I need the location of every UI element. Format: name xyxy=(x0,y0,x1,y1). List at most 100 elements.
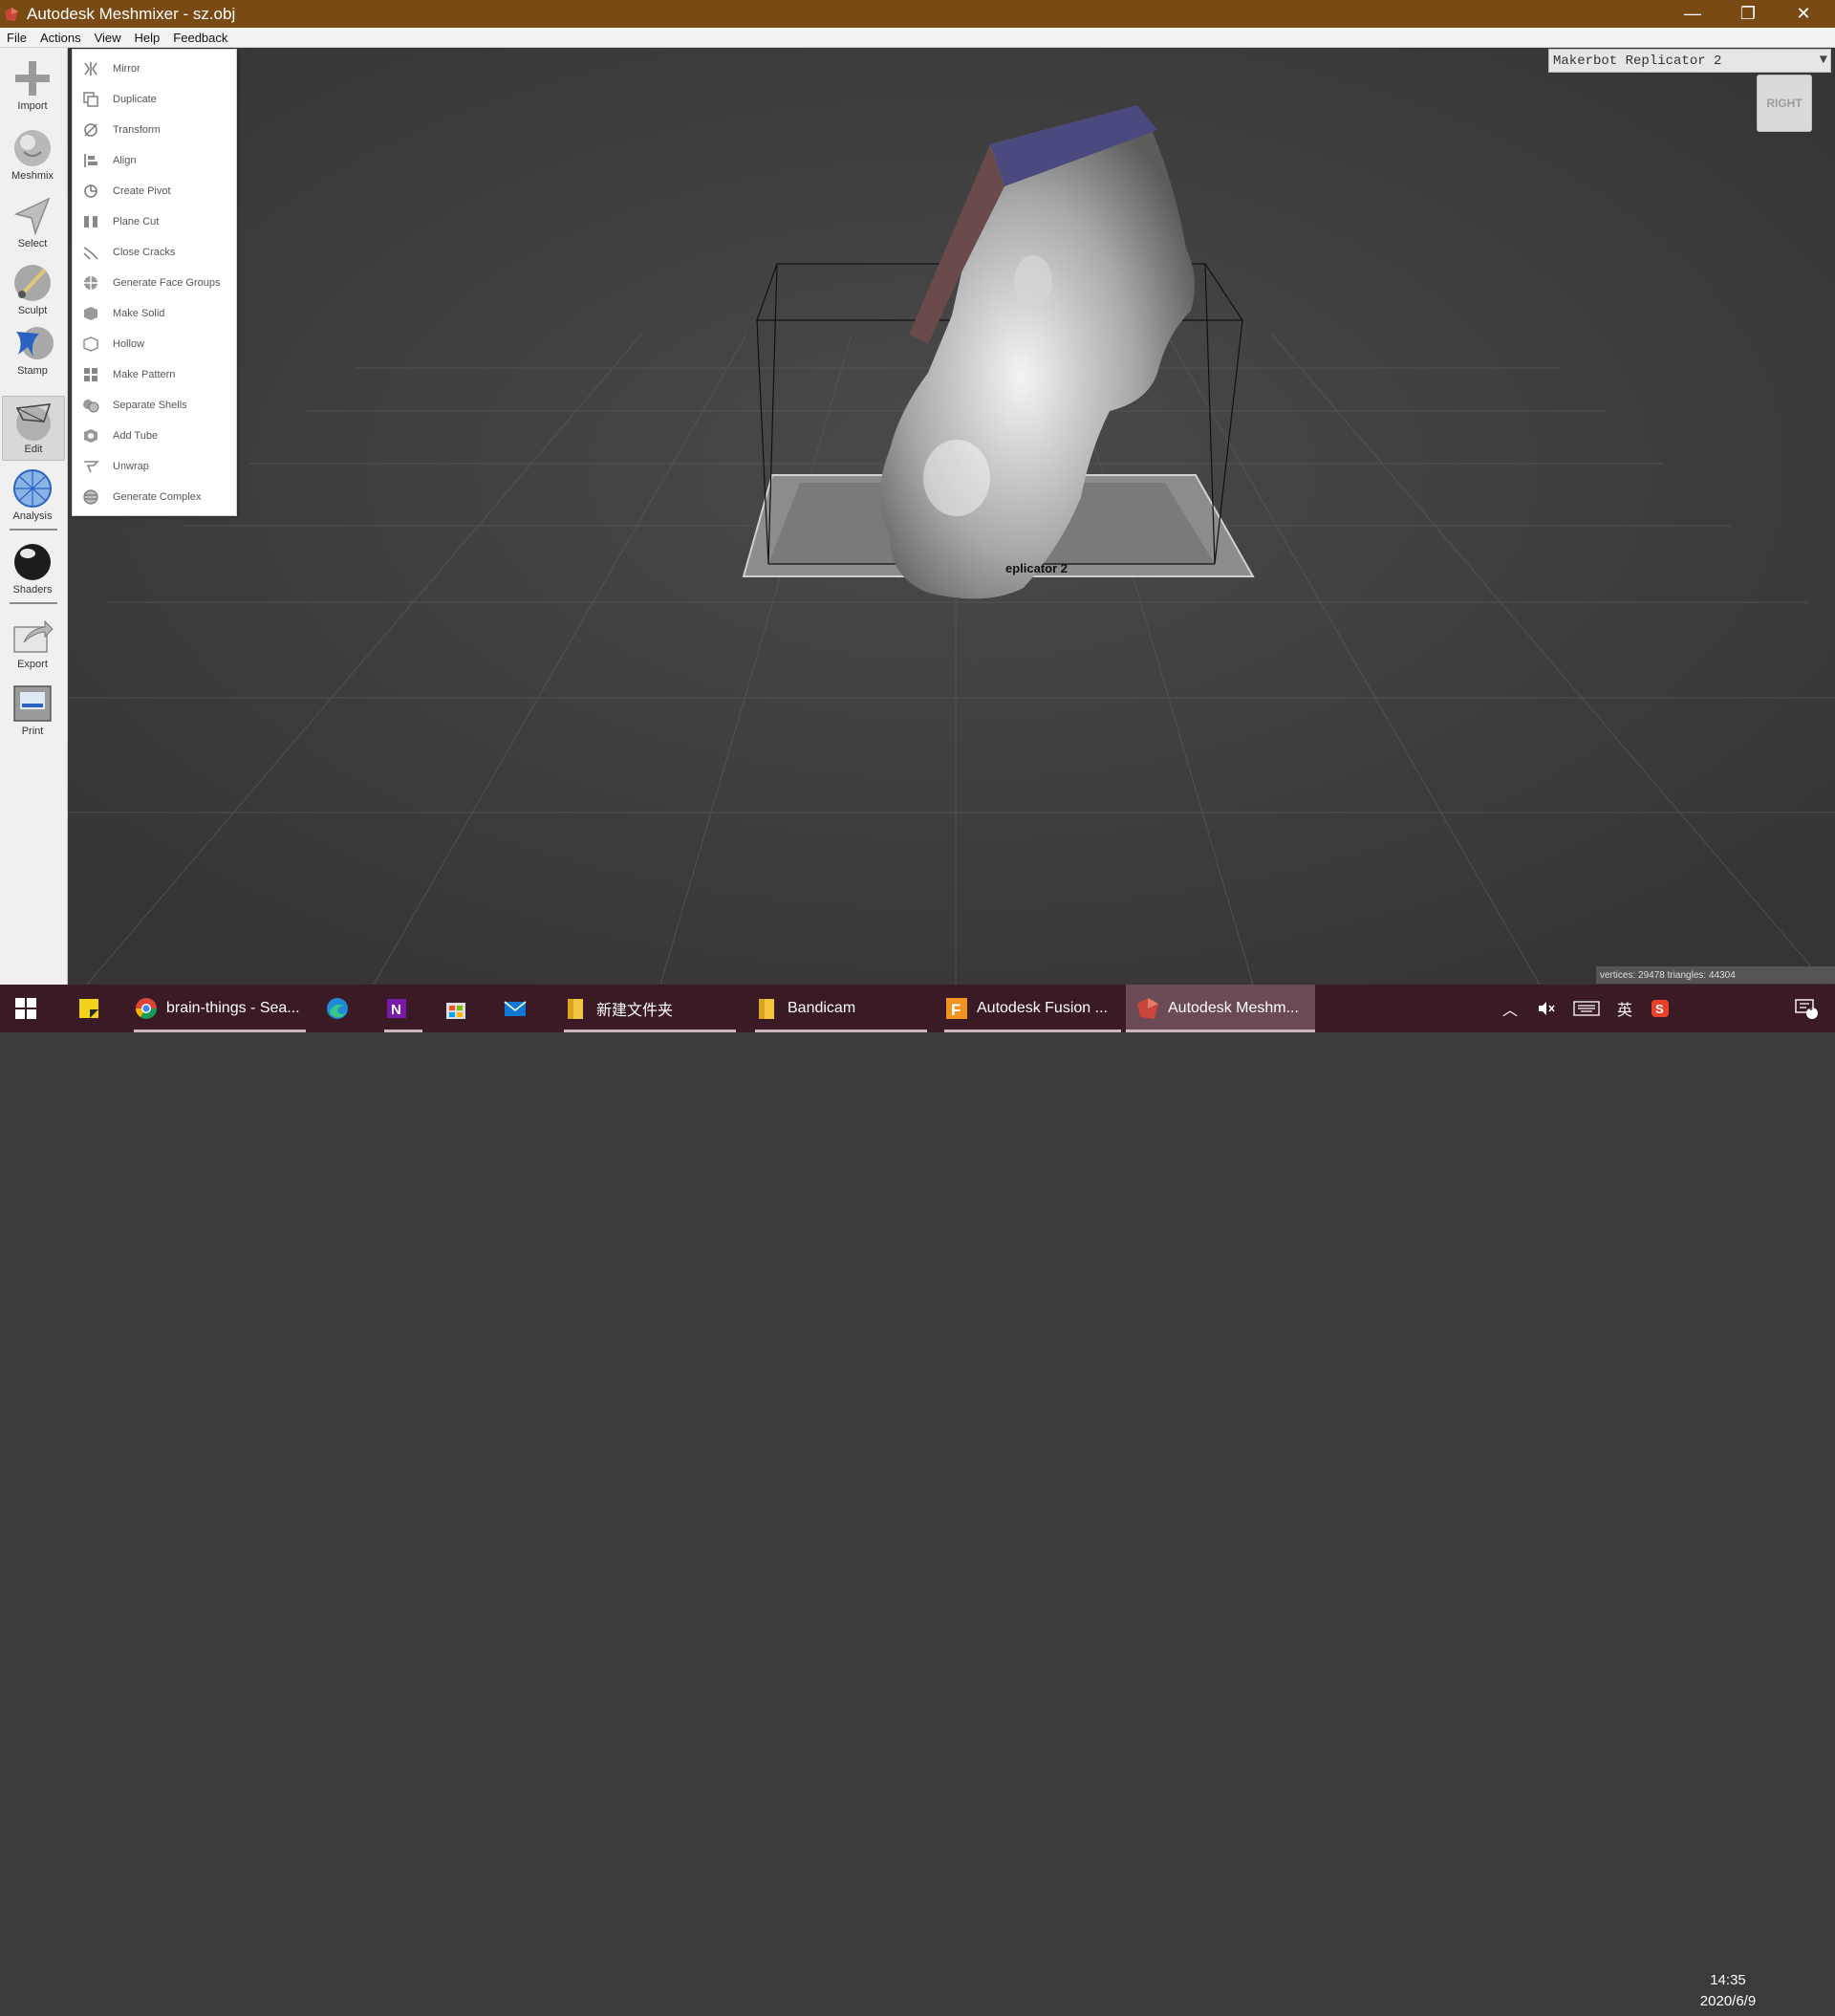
clock-date: 2020/6/9 xyxy=(1699,1993,1757,2009)
tool-export[interactable]: Export xyxy=(2,612,63,675)
printer-select-value: Makerbot Replicator 2 xyxy=(1553,53,1722,69)
taskbar-item-label: brain-things - Sea... xyxy=(166,1000,300,1016)
view-cube[interactable]: RIGHT xyxy=(1757,75,1812,132)
store-icon xyxy=(446,1003,465,1019)
select-arrow-icon xyxy=(13,197,51,236)
edit-menu-item-mirror[interactable]: Mirror xyxy=(73,54,236,84)
taskbar-bandicam[interactable]: Bandicam xyxy=(755,985,927,1032)
taskbar-store[interactable] xyxy=(443,985,482,1032)
notification-count: 4 xyxy=(1807,1003,1813,1013)
tool-print[interactable]: Print xyxy=(2,679,63,742)
taskbar-item-label: Bandicam xyxy=(788,1000,856,1016)
edit-menu-item-plane-cut[interactable]: Plane Cut xyxy=(73,206,236,237)
tool-label: Meshmix xyxy=(11,170,54,182)
plane-cut-icon xyxy=(84,216,97,228)
toolbar-divider xyxy=(10,529,57,531)
tool-label: Shaders xyxy=(12,584,53,596)
taskbar-chrome[interactable]: brain-things - Sea... xyxy=(134,985,306,1032)
folder-icon xyxy=(759,999,774,1019)
tray-overflow-button[interactable]: ︿ xyxy=(1498,985,1522,1032)
clock-time: 14:35 xyxy=(1710,1972,1746,1988)
keyboard-icon xyxy=(1573,1001,1600,1016)
edit-menu-item-transform[interactable]: Transform xyxy=(73,115,236,145)
taskbar-sticky-notes[interactable] xyxy=(76,985,115,1032)
edit-menu-item-make-solid[interactable]: Make Solid xyxy=(73,298,236,329)
transform-icon xyxy=(84,123,97,137)
tool-stamp[interactable]: Stamp xyxy=(2,318,63,381)
edit-menu-item-make-pattern[interactable]: Make Pattern xyxy=(73,359,236,390)
windows-start-icon xyxy=(15,998,36,1019)
tray-sogou[interactable]: S xyxy=(1646,985,1674,1032)
menu-bar: File Actions View Help Feedback xyxy=(0,28,1835,48)
restore-button[interactable]: ❐ xyxy=(1720,0,1776,28)
edit-menu-item-close-cracks[interactable]: Close Cracks xyxy=(73,237,236,268)
make-solid-icon xyxy=(84,307,97,320)
taskbar-edge[interactable] xyxy=(325,985,363,1032)
edit-menu-item-add-tube[interactable]: Add Tube xyxy=(73,421,236,451)
taskbar-onenote[interactable]: N xyxy=(384,985,422,1032)
svg-text:F: F xyxy=(951,1001,961,1019)
svg-text:N: N xyxy=(391,1002,401,1018)
taskbar-mail[interactable] xyxy=(503,985,541,1032)
mirror-icon xyxy=(84,62,97,76)
edit-menu-item-hollow[interactable]: Hollow xyxy=(73,329,236,359)
sticky-notes-icon xyxy=(79,999,98,1018)
pattern-icon xyxy=(84,368,97,381)
plus-icon xyxy=(15,61,50,96)
volume-muted-icon xyxy=(1539,1002,1555,1015)
folder-icon xyxy=(568,999,583,1019)
edit-menu: Mirror Duplicate Transform Align Create … xyxy=(72,49,237,516)
hollow-icon xyxy=(83,336,98,352)
menu-help[interactable]: Help xyxy=(128,31,167,45)
tool-meshmix[interactable]: Meshmix xyxy=(2,123,63,186)
taskbar-folder-new[interactable]: 新建文件夹 xyxy=(564,985,736,1032)
edit-menu-item-separate-shells[interactable]: Separate Shells xyxy=(73,390,236,421)
menu-file[interactable]: File xyxy=(0,31,33,45)
chrome-icon xyxy=(136,998,157,1019)
tool-select[interactable]: Select xyxy=(2,191,63,254)
meshmixer-app-icon xyxy=(5,7,18,21)
scene-canvas[interactable]: eplicator 2 xyxy=(68,48,1835,986)
edit-menu-item-generate-face-groups[interactable]: Generate Face Groups xyxy=(73,268,236,298)
tool-label: Edit xyxy=(24,444,43,455)
tray-ime-language[interactable]: 英 xyxy=(1610,985,1639,1032)
menu-feedback[interactable]: Feedback xyxy=(166,31,234,45)
tray-volume[interactable] xyxy=(1532,985,1561,1032)
tool-edit[interactable]: Edit xyxy=(2,396,65,461)
tray-keyboard[interactable] xyxy=(1570,985,1603,1032)
tool-import[interactable]: Import xyxy=(2,54,63,117)
minimize-button[interactable]: — xyxy=(1665,0,1720,28)
onenote-icon: N xyxy=(387,999,406,1018)
menu-view[interactable]: View xyxy=(88,31,128,45)
tray-notifications[interactable]: 4 xyxy=(1785,985,1827,1032)
face-groups-icon xyxy=(84,276,97,290)
close-button[interactable]: ✕ xyxy=(1776,0,1831,28)
view-cube-face-label: RIGHT xyxy=(1766,97,1803,110)
taskbar-start[interactable] xyxy=(13,985,48,1032)
tool-shaders[interactable]: Shaders xyxy=(2,537,63,600)
edit-menu-item-generate-complex[interactable]: Generate Complex xyxy=(73,482,236,512)
taskbar-meshmixer[interactable]: Autodesk Meshm... xyxy=(1126,985,1315,1032)
menu-actions[interactable]: Actions xyxy=(33,31,88,45)
sogou-ime-icon: S xyxy=(1652,1000,1669,1017)
window-title: Autodesk Meshmixer - sz.obj xyxy=(27,4,236,23)
edit-menu-item-unwrap[interactable]: Unwrap xyxy=(73,451,236,482)
stamp-icon xyxy=(16,327,54,359)
notifications-icon xyxy=(1795,999,1818,1019)
sculpt-brush-icon xyxy=(14,265,51,301)
tool-analysis[interactable]: Analysis xyxy=(2,464,63,527)
3d-viewport[interactable]: eplicator 2 xyxy=(68,48,1835,986)
taskbar-item-label: Autodesk Meshm... xyxy=(1168,1000,1299,1016)
align-icon xyxy=(84,154,97,167)
edit-menu-item-align[interactable]: Align xyxy=(73,145,236,176)
tool-label: Select xyxy=(17,238,48,249)
edit-menu-item-create-pivot[interactable]: Create Pivot xyxy=(73,176,236,206)
export-icon xyxy=(13,619,54,653)
meshmix-icon xyxy=(14,130,51,166)
print-icon xyxy=(13,685,52,722)
taskbar-fusion[interactable]: F Autodesk Fusion ... xyxy=(944,985,1121,1032)
edit-menu-item-duplicate[interactable]: Duplicate xyxy=(73,84,236,115)
tool-sculpt[interactable]: Sculpt xyxy=(2,258,63,321)
printer-select[interactable]: Makerbot Replicator 2 ▼ xyxy=(1548,49,1831,73)
taskbar-clock[interactable]: 14:35 2020/6/9 xyxy=(1682,1970,1774,2016)
